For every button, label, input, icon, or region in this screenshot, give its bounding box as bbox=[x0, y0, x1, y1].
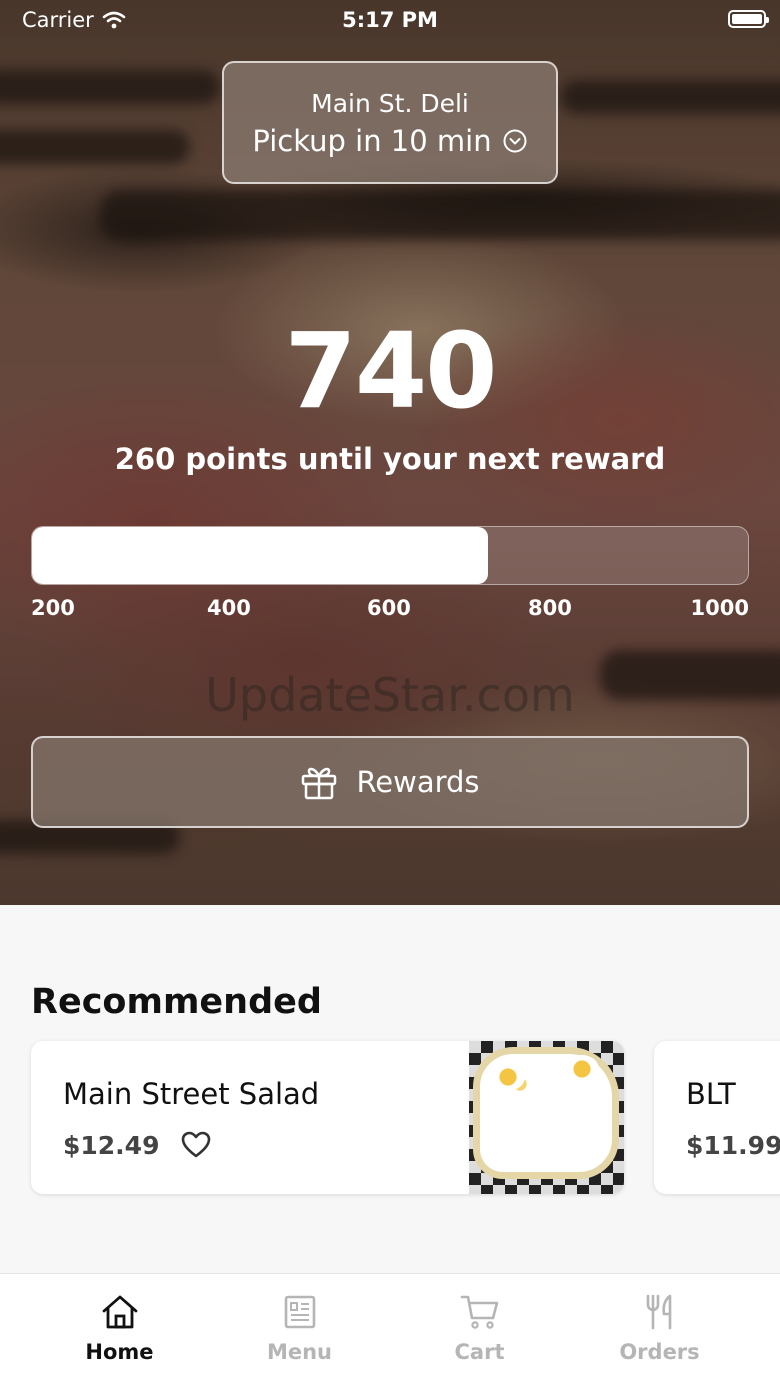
rewards-button[interactable]: Rewards bbox=[31, 736, 749, 828]
tab-orders[interactable]: Orders bbox=[562, 1274, 757, 1374]
cart-icon bbox=[460, 1295, 498, 1329]
scale-label: 400 bbox=[207, 596, 251, 620]
progress-scale: 200 400 600 800 1000 bbox=[0, 596, 780, 626]
scale-label: 600 bbox=[367, 596, 411, 620]
points-progress-fill bbox=[32, 527, 489, 584]
heart-icon[interactable] bbox=[181, 1131, 211, 1159]
tab-bar: Home Menu Cart Orders bbox=[0, 1273, 780, 1387]
recommended-card[interactable]: BLT $11.99 bbox=[654, 1041, 780, 1194]
utensils-icon bbox=[646, 1294, 671, 1330]
item-price: $12.49 bbox=[63, 1131, 160, 1160]
item-name: BLT bbox=[686, 1077, 736, 1111]
pickup-time: Pickup in 10 min bbox=[252, 124, 492, 158]
tab-label: Orders bbox=[619, 1340, 700, 1364]
item-price: $11.99 bbox=[686, 1131, 780, 1160]
menu-icon bbox=[284, 1295, 315, 1329]
tab-label: Cart bbox=[454, 1340, 505, 1364]
battery-icon bbox=[728, 10, 769, 28]
points-value: 740 bbox=[284, 310, 497, 432]
salad-image bbox=[469, 1041, 624, 1194]
gift-icon bbox=[302, 767, 337, 800]
rewards-label: Rewards bbox=[356, 765, 480, 799]
recommended-card[interactable]: Main Street Salad $12.49 bbox=[31, 1041, 624, 1194]
section-title-recommended: Recommended bbox=[31, 982, 322, 1022]
scale-label: 800 bbox=[528, 596, 572, 620]
status-bar: Carrier 5:17 PM bbox=[0, 0, 780, 40]
home-icon bbox=[102, 1295, 137, 1329]
store-name: Main St. Deli bbox=[311, 89, 469, 118]
chevron-down-circle-icon bbox=[503, 129, 527, 153]
tab-cart[interactable]: Cart bbox=[382, 1274, 577, 1374]
store-selector[interactable]: Main St. Deli Pickup in 10 min bbox=[222, 61, 558, 184]
tab-home[interactable]: Home bbox=[22, 1274, 217, 1374]
status-time: 5:17 PM bbox=[342, 8, 438, 32]
points-progress-bar bbox=[31, 526, 749, 585]
points-subtitle: 260 points until your next reward bbox=[114, 442, 666, 476]
watermark: UpdateStar.com bbox=[205, 668, 575, 722]
scale-label: 1000 bbox=[690, 596, 749, 620]
item-name: Main Street Salad bbox=[63, 1077, 320, 1111]
scale-label: 200 bbox=[31, 596, 75, 620]
tab-label: Home bbox=[85, 1340, 154, 1364]
tab-menu[interactable]: Menu bbox=[202, 1274, 397, 1374]
tab-label: Menu bbox=[266, 1340, 333, 1364]
